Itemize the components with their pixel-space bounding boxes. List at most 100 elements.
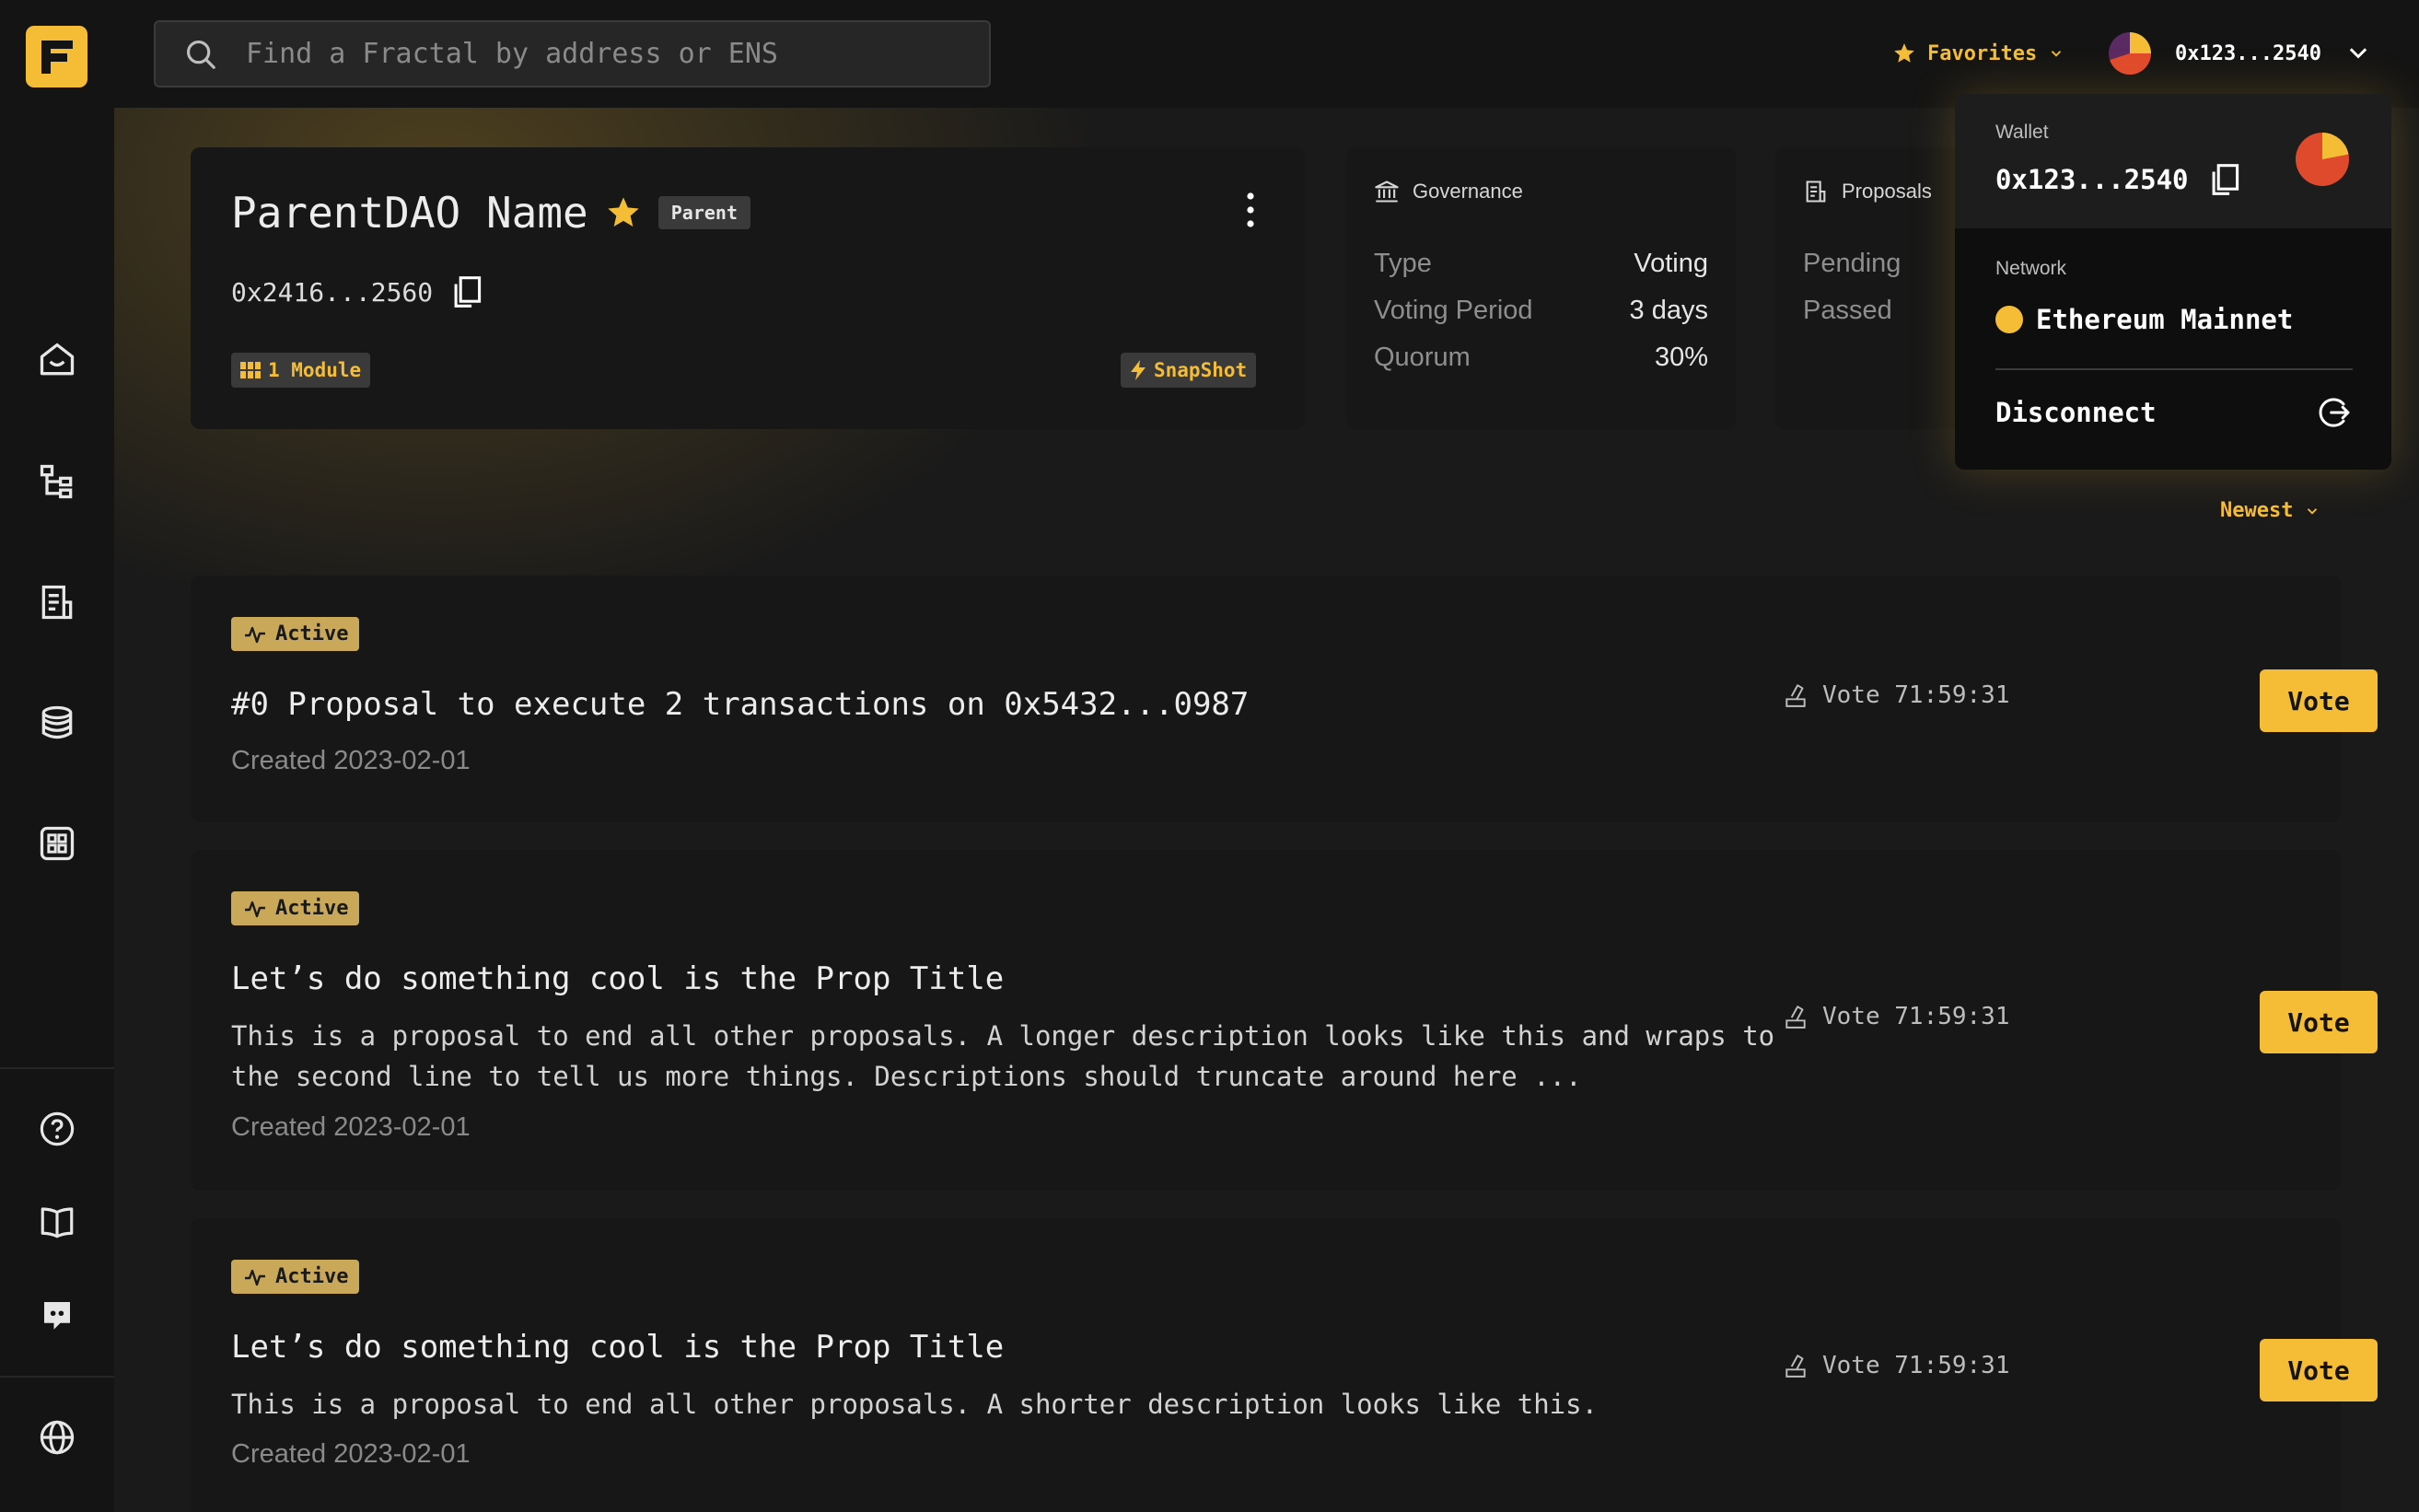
governance-heading: Governance xyxy=(1413,180,1523,203)
sidebar-item-discord[interactable] xyxy=(33,1291,81,1339)
dao-address-row: 0x2416...2560 xyxy=(231,274,483,309)
proposals-icon xyxy=(41,585,73,620)
governance-value: 3 days xyxy=(1629,296,1708,325)
treasury-icon xyxy=(41,705,73,739)
vote-timer: Vote 71:59:31 xyxy=(1784,681,2010,709)
network-status-dot xyxy=(1995,306,2023,333)
sort-label: Newest xyxy=(2220,499,2294,522)
governance-value: Voting xyxy=(1634,249,1708,278)
activity-icon xyxy=(245,1269,265,1285)
status-badge: Active xyxy=(231,1260,360,1294)
search-input[interactable] xyxy=(246,38,946,70)
home-icon xyxy=(40,343,75,376)
vote-timer-text: Vote 71:59:31 xyxy=(1822,681,2010,709)
vote-button[interactable]: Vote xyxy=(2260,669,2378,732)
fractal-logo-icon xyxy=(41,40,73,74)
help-icon xyxy=(40,1111,75,1146)
sidebar-item-home[interactable] xyxy=(33,336,81,384)
proposal-card[interactable]: Active #0 Proposal to execute 2 transact… xyxy=(191,576,2378,822)
network-row: Ethereum Mainnet xyxy=(1995,304,2293,335)
sidebar-item-treasury[interactable] xyxy=(33,699,81,747)
more-options-icon[interactable] xyxy=(1247,192,1254,228)
wallet-address-row: 0x123...2540 xyxy=(1995,162,2240,197)
disconnect-button[interactable]: Disconnect xyxy=(1995,394,2353,431)
globe-icon xyxy=(40,1420,75,1455)
snapshot-tag[interactable]: SnapShot xyxy=(1121,353,1257,388)
wallet-section: Wallet 0x123...2540 xyxy=(1955,94,2391,228)
ballot-icon xyxy=(1785,684,1806,707)
proposal-description: This is a proposal to end all other prop… xyxy=(231,1389,1599,1420)
sidebar-divider xyxy=(0,1376,114,1378)
proposal-created-date: Created 2023-02-01 xyxy=(231,746,471,775)
modules-label: 1 Module xyxy=(268,359,362,381)
proposals-summary-heading: Proposals xyxy=(1842,180,1932,203)
activity-icon xyxy=(245,901,265,917)
governance-header: Governance xyxy=(1374,179,1523,204)
vote-button[interactable]: Vote xyxy=(2260,1339,2378,1402)
proposals-icon xyxy=(1806,180,1826,203)
modules-tag[interactable]: 1 Module xyxy=(231,353,371,388)
avatar xyxy=(2109,32,2151,75)
status-label: Active xyxy=(275,897,349,920)
app-logo[interactable] xyxy=(26,26,87,87)
chevron-down-icon xyxy=(2349,48,2367,59)
account-menu[interactable]: 0x123...2540 xyxy=(2109,30,2371,76)
copy-icon[interactable] xyxy=(451,274,483,309)
copy-icon[interactable] xyxy=(2209,162,2240,197)
parent-chip: Parent xyxy=(657,196,750,229)
discord-icon xyxy=(44,1302,70,1330)
network-name: Ethereum Mainnet xyxy=(2036,304,2294,335)
favorites-menu[interactable]: Favorites xyxy=(1892,35,2064,72)
vote-timer: Vote 71:59:31 xyxy=(1784,1003,2010,1030)
governance-value: 30% xyxy=(1654,343,1708,372)
governance-row: Quorum 30% xyxy=(1374,343,1708,373)
favorite-star-icon[interactable] xyxy=(605,194,642,231)
grid-icon xyxy=(240,362,261,378)
proposals-summary-key: Passed xyxy=(1803,296,1892,325)
sidebar-item-docs[interactable] xyxy=(33,1198,81,1246)
wallet-label: Wallet xyxy=(1995,122,2049,143)
logout-icon xyxy=(2319,398,2350,427)
divider xyxy=(1995,368,2353,370)
sidebar-item-language[interactable] xyxy=(33,1413,81,1461)
search-box[interactable] xyxy=(154,20,991,87)
sidebar-item-modules[interactable] xyxy=(33,820,81,867)
activity-icon xyxy=(245,626,265,643)
sidebar-item-proposals[interactable] xyxy=(33,578,81,626)
vote-timer-text: Vote 71:59:31 xyxy=(1822,1003,2010,1030)
proposal-card[interactable]: Active Let’s do something cool is the Pr… xyxy=(191,850,2378,1191)
snapshot-label: SnapShot xyxy=(1154,359,1248,381)
proposals-summary-header: Proposals xyxy=(1803,179,1932,204)
top-bar: Favorites 0x123...2540 xyxy=(0,0,2419,108)
institution-icon xyxy=(1375,180,1399,203)
chevron-down-icon xyxy=(2308,507,2318,515)
vote-timer: Vote 71:59:31 xyxy=(1784,1352,2010,1379)
dao-info-card: ParentDAO Name Parent 0x2416...2560 1 Mo… xyxy=(191,147,1306,429)
proposals-summary-key: Pending xyxy=(1803,249,1901,278)
governance-row: Type Voting xyxy=(1374,249,1708,279)
wallet-dropdown: Wallet 0x123...2540 Network Ethereum Mai… xyxy=(1955,94,2391,470)
star-icon xyxy=(1894,43,1914,63)
governance-card: Governance Type Voting Voting Period 3 d… xyxy=(1346,147,1736,429)
proposal-card[interactable]: Active Let’s do something cool is the Pr… xyxy=(191,1218,2378,1512)
favorites-label: Favorites xyxy=(1927,41,2038,65)
status-label: Active xyxy=(275,622,349,646)
sidebar-item-help[interactable] xyxy=(33,1105,81,1153)
status-badge: Active xyxy=(231,891,360,925)
network-label: Network xyxy=(1995,258,2067,279)
modules-icon xyxy=(40,826,75,861)
ballot-icon xyxy=(1785,1355,1806,1378)
sort-dropdown[interactable]: Newest xyxy=(2220,499,2320,522)
disconnect-label: Disconnect xyxy=(1995,397,2157,428)
governance-key: Quorum xyxy=(1374,343,1471,372)
governance-key: Type xyxy=(1374,249,1432,278)
dao-title: ParentDAO Name Parent xyxy=(231,188,750,238)
proposal-title: Let’s do something cool is the Prop Titl… xyxy=(231,960,1005,997)
dao-name: ParentDAO Name xyxy=(231,188,588,238)
chevron-down-icon xyxy=(2052,51,2062,57)
hierarchy-icon xyxy=(40,464,73,499)
account-address: 0x123...2540 xyxy=(2175,41,2321,65)
sidebar-item-hierarchy[interactable] xyxy=(33,458,81,506)
proposal-title: Let’s do something cool is the Prop Titl… xyxy=(231,1329,1005,1366)
vote-button[interactable]: Vote xyxy=(2260,991,2378,1053)
